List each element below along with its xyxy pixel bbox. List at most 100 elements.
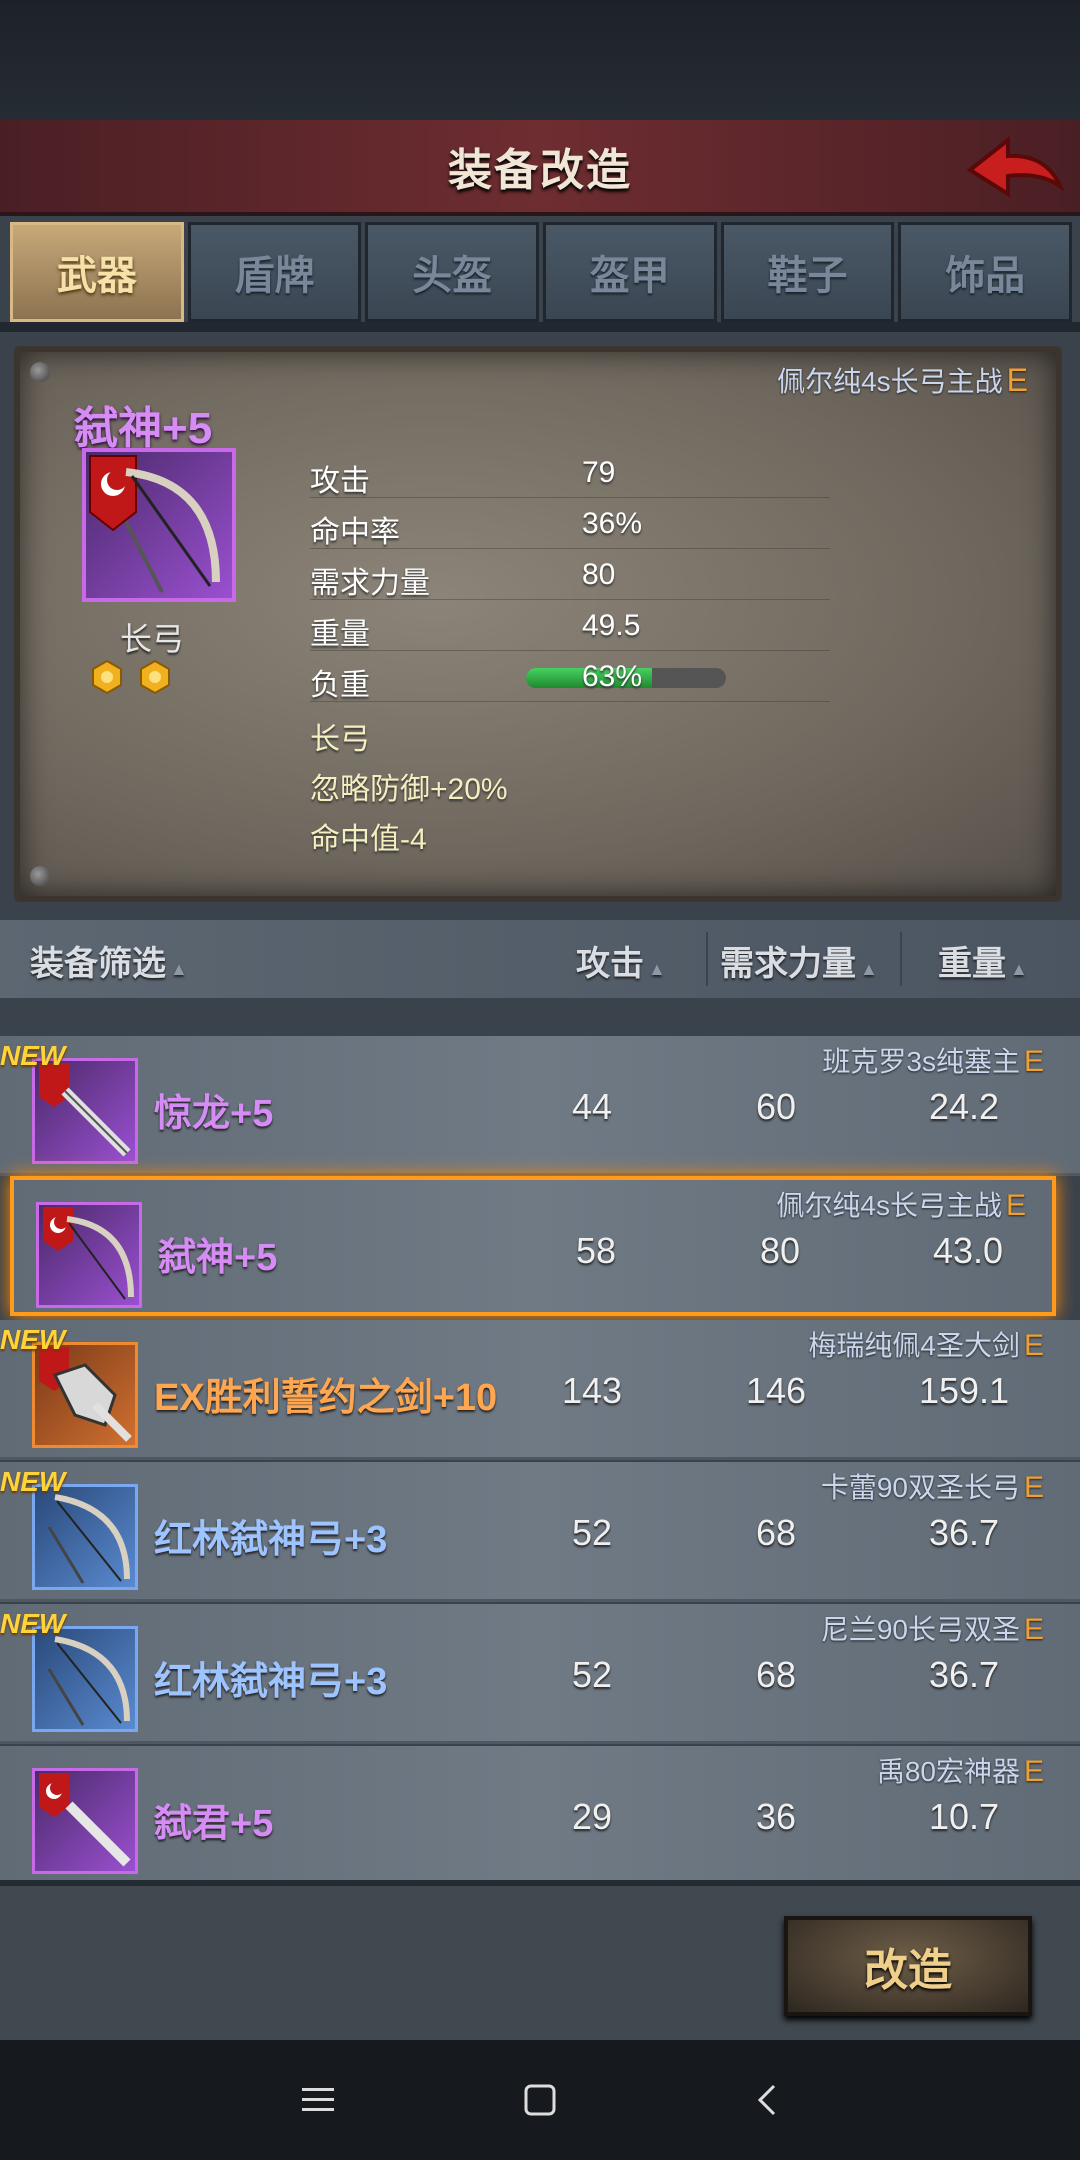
item-strength: 80 xyxy=(759,1230,801,1271)
longbow-icon xyxy=(43,1207,134,1300)
item-attack: 44 xyxy=(571,1086,613,1127)
bow-icon xyxy=(47,1494,130,1584)
item-tag: 班克罗3s纯塞主 E xyxy=(822,1040,1044,1080)
item-tag: 梅瑞纯佩4圣大剑 E xyxy=(808,1324,1044,1364)
nav-menu-button[interactable] xyxy=(286,2068,350,2132)
nav-home-button[interactable] xyxy=(508,2068,572,2132)
page-title: 装备改造 xyxy=(448,146,632,195)
tab-helmet[interactable]: 头盔 xyxy=(365,222,540,322)
system-nav-bar xyxy=(0,2040,1080,2160)
item-name: 红林弑神弓+3 xyxy=(154,1519,388,1561)
effect-text: 忽略防御+20% xyxy=(310,773,508,806)
item-name: 弑神+5 xyxy=(158,1237,278,1279)
list-item[interactable]: NEW 班克罗3s纯塞主 E 惊龙+5 44 60 24.2 xyxy=(0,1036,1080,1176)
sort-arrow-icon: ▲ xyxy=(648,959,666,979)
home-icon xyxy=(524,2084,556,2116)
item-tag: 卡蕾90双圣长弓 E xyxy=(821,1466,1044,1506)
item-strength: 146 xyxy=(745,1370,807,1411)
item-tag-text: 佩尔纯4s长弓主战 xyxy=(777,366,1003,397)
item-grade: E xyxy=(1023,1755,1044,1788)
item-weight: 10.7 xyxy=(928,1796,1000,1837)
item-strength: 68 xyxy=(755,1654,797,1695)
sort-arrow-icon: ▲ xyxy=(170,959,188,979)
item-attack: 52 xyxy=(571,1512,613,1553)
item-weight: 159.1 xyxy=(918,1370,1010,1411)
list-item[interactable]: NEW 梅瑞纯佩4圣大剑 E EX胜利誓约之剑+10 143 146 159.1 xyxy=(0,1320,1080,1460)
item-tag: 禹80宏神器 E xyxy=(877,1750,1044,1790)
filter-button[interactable]: 装备筛选 ▲ xyxy=(30,936,188,985)
gem-icon xyxy=(140,660,170,694)
new-badge: NEW xyxy=(0,1466,66,1497)
stat-label: 重量 xyxy=(310,618,370,651)
longbow-icon xyxy=(89,455,220,593)
stat-value: 36% xyxy=(582,507,643,540)
list-item-selected[interactable]: 佩尔纯4s长弓主战 E 弑神+5 58 80 43.0 xyxy=(10,1176,1056,1316)
item-strength: 36 xyxy=(755,1796,797,1837)
item-name: 弑君+5 xyxy=(154,1803,274,1845)
nav-back-button[interactable] xyxy=(736,2068,800,2132)
stat-value: 80 xyxy=(582,558,616,591)
item-name: 红林弑神弓+3 xyxy=(154,1661,388,1703)
item-name: 弑神+5 xyxy=(74,404,213,453)
sort-arrow-icon: ▲ xyxy=(1010,959,1028,979)
item-grade: E xyxy=(1023,1045,1044,1078)
stat-row-load: 负重 63% xyxy=(310,656,830,702)
item-weight: 43.0 xyxy=(932,1230,1004,1271)
item-weight: 36.7 xyxy=(928,1512,1000,1553)
effect-text: 命中值-4 xyxy=(310,823,427,856)
sort-attack-button[interactable]: 攻击 ▲ xyxy=(576,936,666,985)
item-strength: 68 xyxy=(755,1512,797,1553)
stat-value: 63% xyxy=(582,660,643,693)
stat-value: 49.5 xyxy=(582,609,641,642)
sort-strength-button[interactable]: 需求力量 ▲ xyxy=(720,936,878,985)
item-strength: 60 xyxy=(755,1086,797,1127)
back-button[interactable] xyxy=(966,126,1066,210)
item-attack: 29 xyxy=(571,1796,613,1837)
equipment-list: NEW 班克罗3s纯塞主 E 惊龙+5 44 60 24.2 佩尔纯4s长弓主战 E… xyxy=(0,1000,1080,1880)
item-attack: 52 xyxy=(571,1654,613,1695)
sword-icon xyxy=(39,1063,131,1157)
rivet-icon xyxy=(30,866,50,886)
list-item[interactable]: NEW 尼兰90长弓双圣 E 红林弑神弓+3 52 68 36.7 xyxy=(0,1604,1080,1744)
item-tag-text: 班克罗3s纯塞主 xyxy=(822,1046,1020,1077)
sort-arrow-icon: ▲ xyxy=(860,959,878,979)
stat-row-hit-rate: 命中率 36% xyxy=(310,503,830,549)
tab-armor[interactable]: 盔甲 xyxy=(543,222,717,322)
item-name: EX胜利誓约之剑+10 xyxy=(154,1377,498,1419)
tab-shield[interactable]: 盾牌 xyxy=(187,222,362,322)
reforge-button[interactable]: 改造 xyxy=(784,1916,1032,2016)
item-icon xyxy=(32,1626,138,1732)
tab-weapon[interactable]: 武器 xyxy=(10,222,184,322)
new-badge: NEW xyxy=(0,1324,66,1355)
tab-shoes[interactable]: 鞋子 xyxy=(720,222,895,322)
filter-bar: 装备筛选 ▲ 攻击 ▲ 需求力量 ▲ 重量 ▲ xyxy=(0,920,1080,998)
filter-label: 装备筛选 xyxy=(30,945,166,983)
item-grade: E xyxy=(1005,1189,1026,1222)
sort-weight-button[interactable]: 重量 ▲ xyxy=(938,936,1028,985)
stat-label: 攻击 xyxy=(310,465,370,498)
item-tag-text: 尼兰90长弓双圣 xyxy=(820,1614,1020,1645)
item-icon xyxy=(36,1202,142,1308)
stat-row-strength: 需求力量 80 xyxy=(310,554,830,600)
item-grade: E xyxy=(1023,1613,1044,1646)
bow-icon xyxy=(47,1636,130,1726)
gem-icon xyxy=(92,660,122,694)
list-item[interactable]: 禹80宏神器 E 弑君+5 29 36 10.7 xyxy=(0,1746,1080,1880)
item-icon xyxy=(32,1342,138,1448)
item-icon xyxy=(32,1484,138,1590)
item-tag-text: 佩尔纯4s长弓主战 xyxy=(776,1190,1002,1221)
rivet-icon xyxy=(30,362,50,382)
item-weight: 24.2 xyxy=(928,1086,1000,1127)
back-icon xyxy=(757,2084,776,2116)
list-item[interactable]: NEW 卡蕾90双圣长弓 E 红林弑神弓+3 52 68 36.7 xyxy=(0,1462,1080,1602)
category-tabs: 武器 盾牌 头盔 盔甲 鞋子 饰品 xyxy=(10,222,1073,322)
item-icon xyxy=(82,448,236,602)
tab-accessory[interactable]: 饰品 xyxy=(898,222,1073,322)
item-tag: 佩尔纯4s长弓主战 E xyxy=(777,360,1028,400)
sort-strength-label: 需求力量 xyxy=(720,945,856,983)
item-icon xyxy=(32,1058,138,1164)
stat-value: 79 xyxy=(582,456,616,489)
dagger-icon xyxy=(39,1773,131,1867)
item-attack: 58 xyxy=(575,1230,617,1271)
item-attack: 143 xyxy=(561,1370,623,1411)
